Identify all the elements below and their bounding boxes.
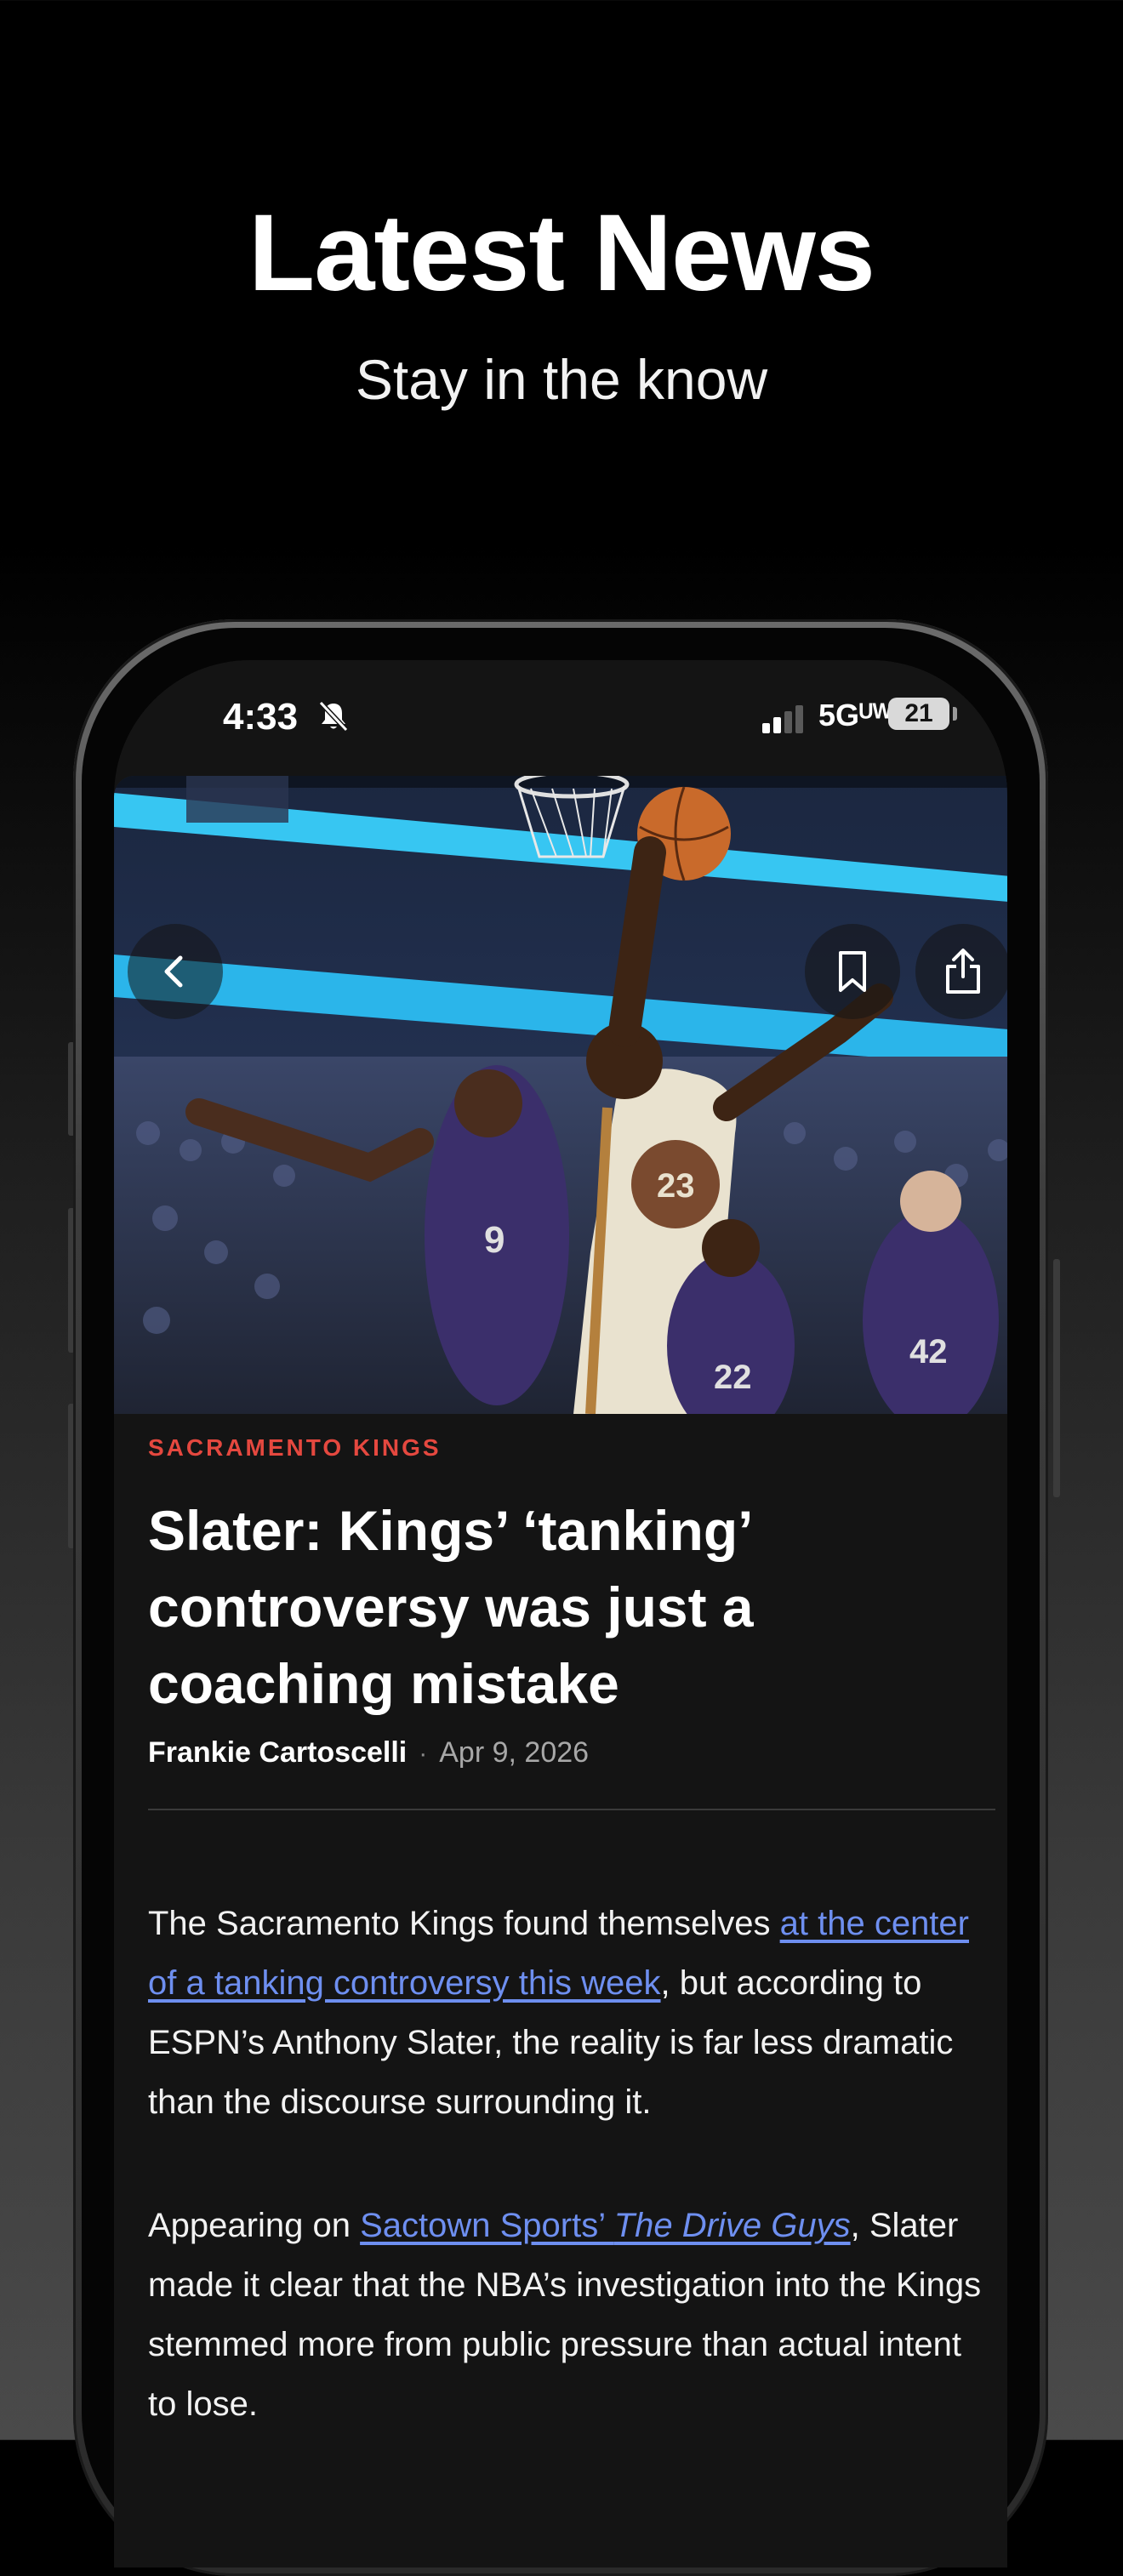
power-button: [1053, 1259, 1060, 1497]
article-headline: Slater: Kings’ ‘tanking’ controversy was…: [148, 1499, 754, 1715]
svg-text:9: 9: [484, 1219, 504, 1261]
battery-indicator: 21: [888, 698, 949, 730]
network-label: 5Gᵁᵂ: [818, 698, 892, 732]
bookmark-icon: [839, 951, 866, 992]
status-time: 4:33: [223, 696, 299, 738]
phone-screen: 4:33 5Gᵁᵂ 21 9 23 22 42 SACRAMENTO KINGS…: [114, 660, 1007, 2567]
paragraph-text: The Sacramento Kings found themselves: [148, 1905, 780, 1942]
byline-separator: ·: [419, 1740, 428, 1768]
article-paragraph: Appearing on Sactown Sports’ The Drive G…: [148, 2196, 995, 2434]
publish-date: Apr 9, 2026: [439, 1736, 590, 1769]
article-category[interactable]: SACRAMENTO KINGS: [148, 1434, 442, 1462]
phone-frame: 4:33 5Gᵁᵂ 21 9 23 22 42 SACRAMENTO KINGS…: [73, 619, 1048, 2576]
bell-off-icon: [318, 700, 349, 732]
inline-link[interactable]: Sactown Sports’ The Drive Guys: [360, 2207, 851, 2244]
link-text-italic: The Drive Guys: [613, 2207, 851, 2244]
svg-text:22: 22: [714, 1359, 752, 1396]
paragraph-text: Appearing on: [148, 2207, 361, 2244]
svg-text:23: 23: [657, 1167, 695, 1205]
basketball-photo: 9 23 22 42: [114, 776, 1007, 1414]
status-bar: 4:33 5Gᵁᵂ 21: [114, 660, 1007, 771]
back-button[interactable]: [128, 924, 223, 1019]
promo-subtitle: Stay in the know: [355, 348, 768, 411]
article-paragraph: The Sacramento Kings found themselves at…: [148, 1894, 995, 2132]
byline-divider: [148, 1809, 995, 1810]
battery-tip: [953, 707, 957, 721]
phone-bezel: 4:33 5Gᵁᵂ 21 9 23 22 42 SACRAMENTO KINGS…: [82, 628, 1040, 2567]
byline: Frankie Cartoscelli · Apr 9, 2026: [148, 1736, 589, 1770]
author-name[interactable]: Frankie Cartoscelli: [148, 1736, 407, 1769]
chevron-left-icon: [164, 955, 183, 988]
article-hero-image: 9 23 22 42: [114, 776, 1007, 1414]
promo-title: Latest News: [248, 192, 875, 314]
signal-icon: [762, 705, 803, 733]
bookmark-button[interactable]: [805, 924, 900, 1019]
share-button[interactable]: [915, 924, 1007, 1019]
svg-text:42: 42: [909, 1333, 948, 1371]
link-text: Sactown Sports’: [360, 2207, 614, 2244]
share-icon: [946, 949, 980, 994]
